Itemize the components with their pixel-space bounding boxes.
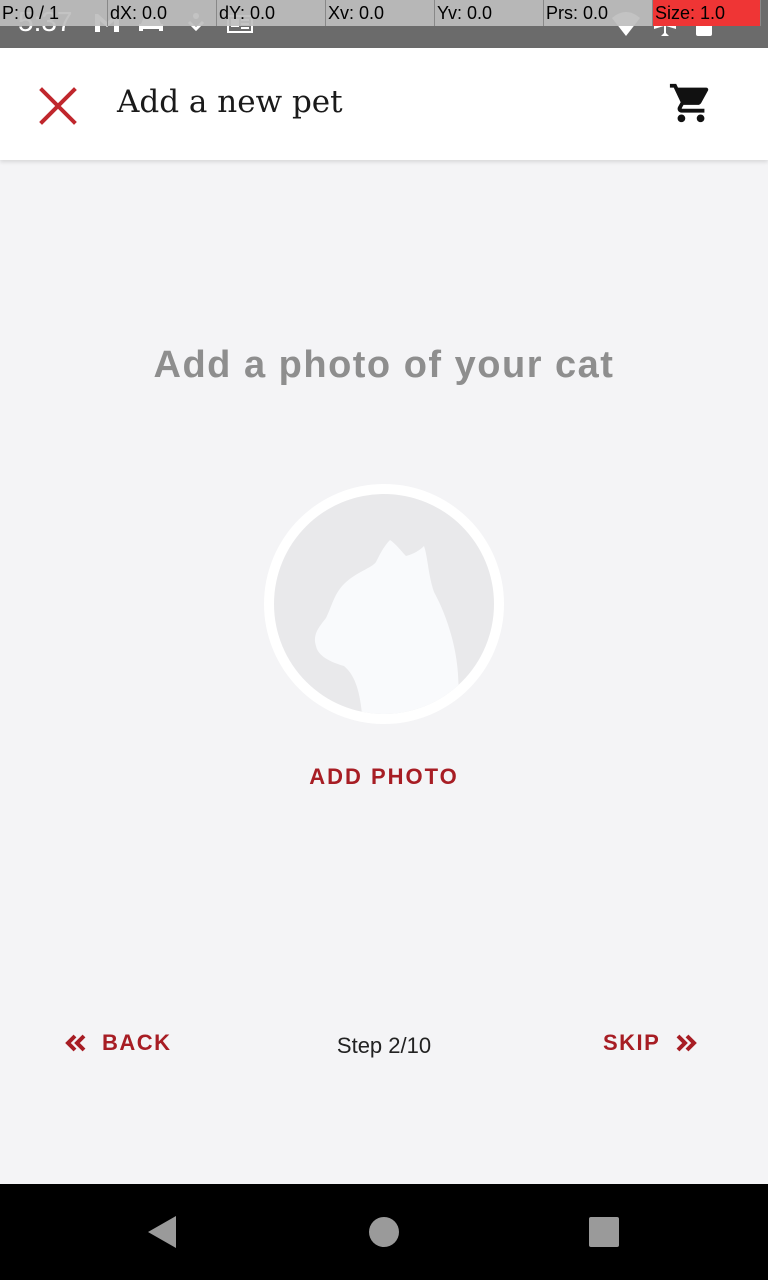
shopping-cart-icon[interactable] [668,80,714,126]
debug-dx: dX: 0.0 [108,0,217,26]
skip-button[interactable]: SKIP [603,1030,698,1056]
skip-label: SKIP [603,1030,661,1055]
photo-heading: Add a photo of your cat [153,344,615,386]
system-navigation-bar [0,1184,768,1280]
debug-dy: dY: 0.0 [217,0,326,26]
recents-square-icon[interactable] [586,1212,622,1252]
add-photo-button[interactable]: ADD PHOTO [0,764,768,790]
page-title: Add a new pet [117,84,343,120]
close-icon[interactable] [34,82,82,130]
photo-placeholder[interactable] [264,484,504,724]
debug-size: Size: 1.0 [653,0,761,26]
pointer-debug-overlay: P: 0 / 1 dX: 0.0 dY: 0.0 Xv: 0.0 Yv: 0.0… [0,0,768,26]
debug-pointer: P: 0 / 1 [0,0,108,26]
back-triangle-icon[interactable] [144,1212,180,1252]
double-chevron-right-icon [676,1034,698,1052]
debug-pressure: Prs: 0.0 [544,0,653,26]
home-circle-icon[interactable] [366,1212,402,1252]
debug-xv: Xv: 0.0 [326,0,435,26]
app-toolbar: Add a new pet [0,48,768,160]
debug-yv: Yv: 0.0 [435,0,544,26]
